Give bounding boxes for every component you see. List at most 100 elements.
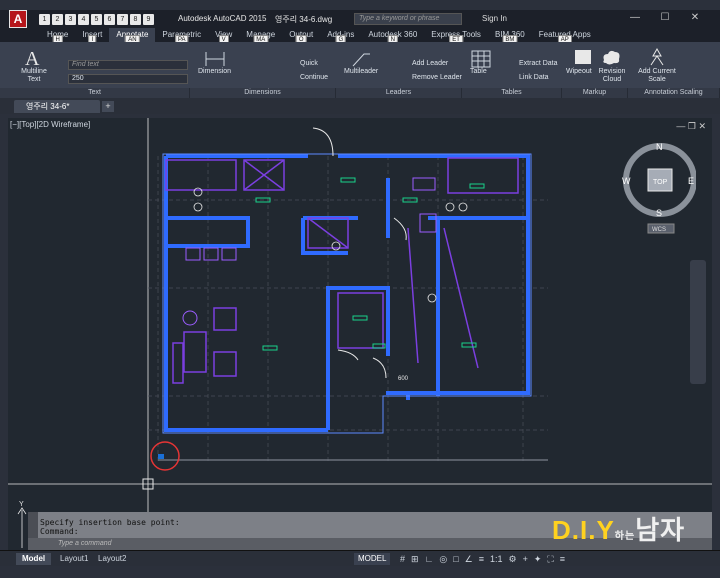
diy-watermark: D.I.Y하는남자 [552,510,685,547]
tab-annotate[interactable]: AnnotateAN [109,28,156,45]
minimize-button[interactable]: — [620,12,650,23]
revision-cloud-button[interactable]: Revision Cloud [597,68,627,84]
tab-home[interactable]: HomeH [40,28,75,45]
ucs-y-label: Y [19,501,24,508]
fullscreen-icon[interactable]: ⛶ [547,554,553,565]
qat-plot-button[interactable]: 6 [104,13,115,25]
status-toggles: # ⊞ ∟ ◎ □ ∠ ≡ 1:1 ⚙ + ✦ ⛶ ≡ [400,554,565,565]
quick-dimension-button[interactable]: Quick [300,60,318,67]
remove-leader-button[interactable]: Remove Leader [412,74,462,81]
multileader-icon [352,53,370,67]
panel-label-leaders[interactable]: Leaders [336,88,462,98]
multiline-text-icon: A [25,48,40,68]
status-bar: Model Layout1 Layout2 MODEL # ⊞ ∟ ◎ □ ∠ … [0,550,720,566]
tab-manage[interactable]: ManageMA [239,28,282,45]
document-tabs: 영주리 34-6* + [0,98,720,114]
window-controls: — ☐ ✕ [620,12,710,23]
panel-label-annotation-scaling[interactable]: Annotation Scaling [628,88,720,98]
sign-in-button[interactable]: Sign In [482,14,507,23]
table-button[interactable]: Table [470,68,487,75]
qat-redo-button[interactable]: 8 [130,13,141,25]
navigation-bar[interactable] [690,260,706,384]
qat-share-button[interactable]: 9 [143,13,154,25]
plus-icon[interactable]: + [523,554,528,565]
extract-data-button[interactable]: Extract Data [519,60,558,67]
maximize-button[interactable]: ☐ [650,12,680,23]
qat-new-button[interactable]: 1 [39,13,50,25]
close-button[interactable]: ✕ [680,12,710,23]
qat-save-button[interactable]: 3 [65,13,76,25]
floor-plan-drawing: 600 Y [8,118,712,550]
scale-menu[interactable]: 1:1 [490,554,503,565]
ortho-icon[interactable]: ∟ [425,554,434,565]
viewcube-west: W [622,176,631,186]
viewcube-south: S [656,208,662,218]
file-name: 영주리 34-6.dwg [275,15,333,24]
isolate-icon[interactable]: ✦ [534,554,542,565]
wcs-label: WCS [652,227,666,233]
wipeout-button[interactable]: Wipeout [566,68,592,75]
find-text-input[interactable]: Find text [68,60,188,70]
drawing-area[interactable]: [−][Top][2D Wireframe] — ❐ ✕ 600 Y TOP N… [8,118,712,550]
tab-model[interactable]: Model [16,553,52,565]
polar-icon[interactable]: ◎ [439,554,447,565]
wipeout-icon [575,50,591,64]
svg-text:A: A [25,48,40,68]
tab-autodesk-360[interactable]: Autodesk 360 N [361,28,424,45]
osnap-icon[interactable]: □ [453,554,458,565]
add-current-scale-button[interactable]: Add Current Scale [634,68,680,84]
qat-undo-button[interactable]: 7 [117,13,128,25]
revision-cloud-icon [603,50,620,65]
multiline-text-button[interactable]: Multiline Text [18,68,50,84]
qat-cloud-button[interactable]: 5 [91,13,102,25]
search-input[interactable]: Type a keyword or phrase [354,13,462,25]
customize-icon[interactable]: ≡ [560,554,565,565]
tab-bim-360[interactable]: BIM 360BM [488,28,532,45]
viewcube[interactable]: TOP N S W E WCS [620,142,696,238]
tab-layout2[interactable]: Layout2 [92,553,132,565]
panel-label-dimensions[interactable]: Dimensions [190,88,336,98]
ribbon-tabs: HomeH InsertI AnnotateAN ParametricPA Vi… [0,28,720,45]
app-title: Autodesk AutoCAD 2015 [178,14,267,23]
tab-insert[interactable]: InsertI [75,28,109,45]
tab-add-ins[interactable]: Add-insG [320,28,361,45]
tab-view[interactable]: ViewV [208,28,239,45]
panel-label-text[interactable]: Text [0,88,190,98]
ucs-icon [17,507,27,548]
title-bar: A 1 2 3 4 5 6 7 8 9 Autodesk AutoCAD 201… [0,10,720,28]
quick-access-toolbar: 1 2 3 4 5 6 7 8 9 [39,13,154,25]
qat-saveas-button[interactable]: 4 [78,13,89,25]
tab-layout1[interactable]: Layout1 [54,553,94,565]
app-menu-button[interactable]: A [9,10,27,28]
otrack-icon[interactable]: ∠ [465,554,473,565]
new-tab-button[interactable]: + [102,101,114,112]
command-history: Specify insertion base point: Command: [40,518,180,536]
tab-express-tools[interactable]: Express Tools ET [424,28,488,45]
watermark-end: 남자 [635,515,686,545]
tab-output[interactable]: OutputO [282,28,320,45]
add-scale-icon [650,47,664,66]
multileader-button[interactable]: Multileader [344,68,378,75]
dimension-value: 600 [398,376,409,382]
text-height-field[interactable]: 250 [68,74,188,84]
continue-dimension-button[interactable]: Continue [300,74,328,81]
panel-label-markup[interactable]: Markup [562,88,628,98]
tab-parametric[interactable]: ParametricPA [155,28,208,45]
workspace-icon[interactable]: ⚙ [509,554,517,565]
dimension-button[interactable]: Dimension [198,68,231,75]
insertion-point-marker [158,454,164,459]
snap-icon[interactable]: ⊞ [411,554,419,565]
ribbon-panel-labels: Text Dimensions Leaders Tables Markup An… [0,88,720,98]
watermark-mid: 하는 [614,531,636,542]
viewcube-east: E [688,176,694,186]
model-space-button[interactable]: MODEL [354,553,391,565]
qat-open-button[interactable]: 2 [52,13,63,25]
viewcube-top-label: TOP [653,179,668,186]
tab-featured-apps[interactable]: Featured Apps AP [532,28,598,45]
panel-label-tables[interactable]: Tables [462,88,562,98]
add-leader-button[interactable]: Add Leader [412,60,448,67]
lineweight-icon[interactable]: ≡ [479,554,484,565]
link-data-button[interactable]: Link Data [519,74,549,81]
document-tab[interactable]: 영주리 34-6* [14,100,100,113]
grid-icon[interactable]: # [400,554,405,565]
